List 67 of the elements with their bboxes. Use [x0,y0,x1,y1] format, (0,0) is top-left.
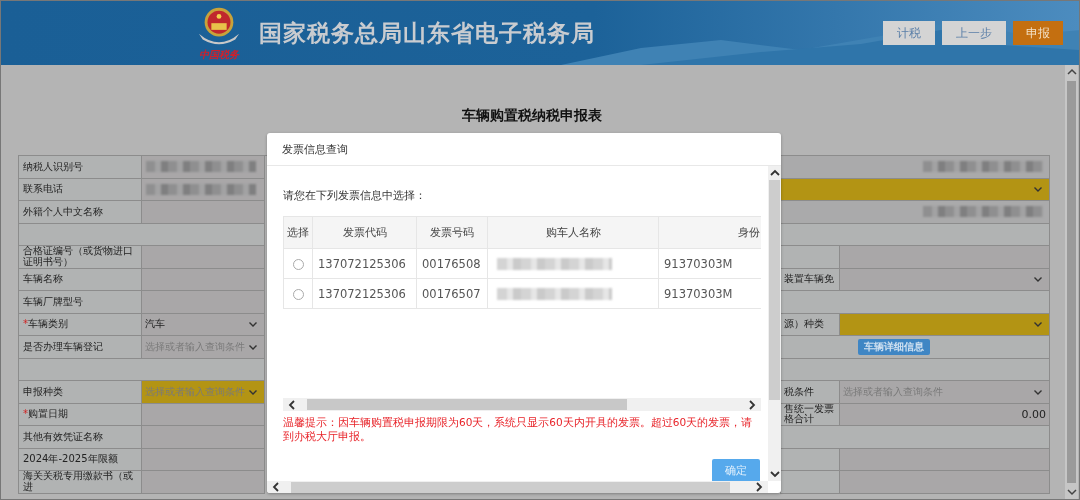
scroll-down-icon[interactable] [1066,487,1077,497]
field-label: 联系电话 [18,178,142,201]
table-cell: 137072125306 [312,248,417,279]
input-field[interactable] [142,291,265,314]
table-scrollbar[interactable] [283,398,761,411]
column-header: 选择 [283,216,313,249]
select-field[interactable] [780,178,1050,201]
input-field[interactable] [840,448,1050,471]
select-placeholder: 选择或者输入查询条件 [145,384,245,399]
field-label: 合格证编号（或货物进口证明书号） [18,246,142,269]
field-label: 税条件 [780,381,840,404]
field-label: 海关关税专用缴款书（或进 [18,471,142,494]
table-cell: 00176507 [416,278,488,309]
dialog-title: 发票信息查询 [267,133,781,166]
input-field[interactable]: 0.00 [840,403,1050,426]
field-label: 车辆名称 [18,268,142,291]
input-field[interactable] [142,201,265,224]
select-field[interactable]: 汽车 [142,313,265,336]
column-header: 身份 [658,216,761,249]
scroll-right-icon[interactable] [754,482,764,492]
header-button[interactable]: 计税 [883,21,935,45]
header-button[interactable]: 申报 [1013,21,1063,45]
site-title: 国家税务总局山东省电子税务局 [259,18,595,48]
field-label: 纳税人识别号 [18,156,142,179]
table-cell: 137072125306 [312,278,417,309]
input-field[interactable] [142,471,265,494]
field-label: 2024年-2025年限额 [18,448,142,471]
field-label: 外籍个人中文名称 [18,201,142,224]
field-label: 是否办理车辆登记 [18,336,142,359]
prompt-text: 请您在下列发票信息中选择： [283,188,427,203]
column-header: 发票代码 [312,216,417,249]
input-field[interactable] [840,246,1050,269]
field-label: 购置日期 [28,409,68,420]
logo-caption: 中国税务 [199,49,239,61]
confirm-button[interactable]: 确定 [712,459,760,481]
form-title: 车辆购置税纳税申报表 [460,107,603,125]
dialog-scrollbar[interactable] [768,166,781,481]
select-field[interactable] [840,313,1050,336]
input-field[interactable] [142,403,265,426]
field-label: 申报种类 [18,381,142,404]
select-field[interactable] [840,268,1050,291]
field-label: 车辆类别 [28,319,68,330]
scroll-left-icon[interactable] [271,482,281,492]
page-scrollbar[interactable] [1065,65,1078,499]
input-field[interactable] [142,246,265,269]
select-value: 汽车 [145,317,165,332]
header-button[interactable]: 上一步 [942,21,1006,45]
required-mark: * [23,409,28,420]
required-mark: * [23,319,28,330]
scroll-right-icon[interactable] [747,399,757,410]
notice-text: 温馨提示：因车辆购置税申报期限为60天，系统只显示60天内开具的发票。超过60天的发票，请到办税大厅申报。 [283,415,754,443]
input-field[interactable] [142,448,265,471]
scroll-down-icon[interactable] [769,469,780,479]
column-header: 发票号码 [416,216,488,249]
table-cell: 00176508 [416,248,488,279]
input-field[interactable] [142,426,265,449]
vehicle-detail-button[interactable]: 车辆详细信息 [858,338,930,355]
scroll-up-icon[interactable] [1066,67,1077,77]
input-field[interactable] [142,268,265,291]
scroll-left-icon[interactable] [287,399,297,410]
dialog-bottom-scrollbar[interactable] [267,481,768,493]
field-label: 车辆厂牌型号 [18,291,142,314]
select-field[interactable]: 选择或者输入查询条件 [142,381,265,404]
input-field[interactable] [840,471,1050,494]
column-header: 购车人名称 [487,216,659,249]
scroll-up-icon[interactable] [769,168,780,178]
field-label: 其他有效凭证名称 [18,426,142,449]
